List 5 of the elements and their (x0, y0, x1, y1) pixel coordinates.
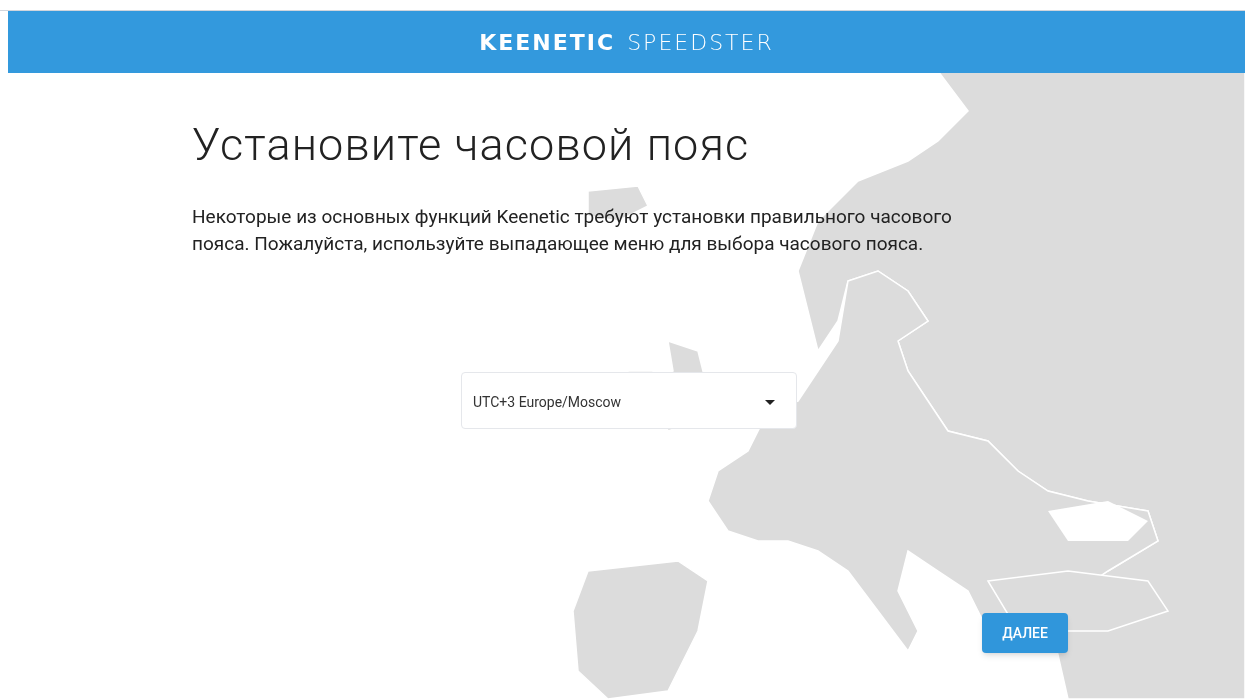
description-text: Некоторые из основных функций Keenetic требуют установки правильного часового пояса. Пожалуйста, используйте выпадающее меню для выбора часового пояса. (192, 204, 953, 257)
page-title: Установите часовой пояс (192, 117, 751, 173)
timezone-dropdown[interactable]: UTC+3 Europe/Moscow (461, 372, 797, 429)
brand-text: KEENETIC (479, 28, 616, 57)
product-text: SPEEDSTER (627, 28, 774, 57)
